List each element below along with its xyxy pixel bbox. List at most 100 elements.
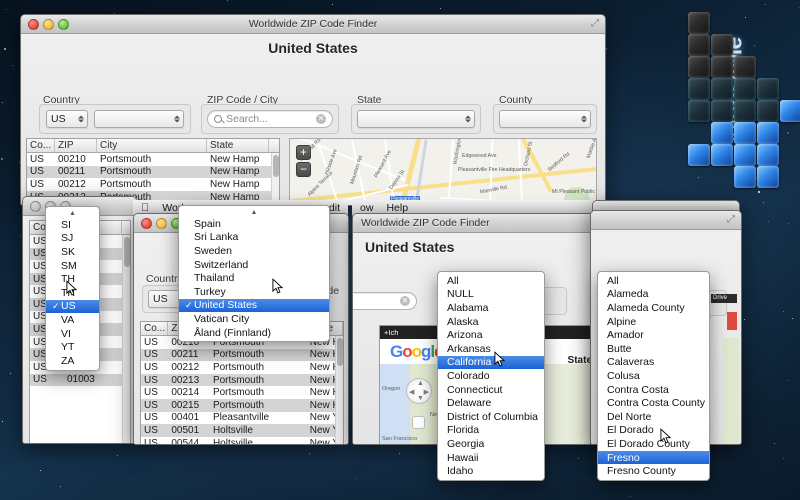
menu-item[interactable]: Alaska — [438, 315, 544, 329]
menu-item[interactable]: ZA — [46, 354, 99, 368]
resize-icon[interactable]: ⤢ — [727, 215, 735, 225]
close-button[interactable] — [30, 201, 41, 212]
table-row[interactable]: US 01003 — [30, 373, 130, 387]
menu-item[interactable]: Sri Lanka — [179, 231, 329, 245]
menu-item[interactable]: Åland (Finnland) — [179, 326, 329, 340]
table-row[interactable]: US00211PortsmouthNew Hamp — [27, 165, 279, 179]
window-controls[interactable] — [141, 218, 182, 229]
menu-item[interactable]: Alameda County — [598, 301, 709, 315]
column-header[interactable]: Co... — [141, 322, 169, 335]
clear-search-icon[interactable]: ✕ — [316, 114, 326, 124]
close-button[interactable] — [141, 218, 152, 229]
menu-item[interactable]: Alabama — [438, 301, 544, 315]
menu-item[interactable]: YT — [46, 340, 99, 354]
table-row[interactable]: US00401PleasantvilleNew York — [141, 412, 343, 425]
main-window[interactable]: Worldwide ZIP Code Finder ⤢ United State… — [20, 14, 606, 206]
menu-item[interactable]: Colusa — [598, 369, 709, 383]
county-menu-items[interactable]: All Alameda Alameda County Alpine Amador Butt… — [598, 274, 709, 478]
scroll-up-arrow-icon[interactable]: ▲ — [179, 208, 329, 217]
state-popup[interactable] — [357, 110, 475, 128]
menu-item[interactable]: Arkansas — [438, 342, 544, 356]
table-row[interactable]: US00212PortsmouthNew Hamp — [27, 178, 279, 191]
menu-item[interactable]: ✓ US — [46, 299, 99, 314]
minimize-button[interactable] — [156, 218, 167, 229]
search-input[interactable]: Search... ✕ — [207, 110, 333, 128]
menu-item[interactable]: Florida — [438, 424, 544, 438]
menu-item[interactable]: Thailand — [179, 271, 329, 285]
map-zoom-out-button[interactable]: − — [296, 162, 311, 177]
state-dropdown-menu[interactable]: All NULL Alabama Alaska Arizona Arkansas Calif… — [437, 271, 545, 481]
menu-item[interactable]: SK — [46, 245, 99, 259]
column-header[interactable]: State — [207, 139, 269, 152]
menu-item[interactable]: All — [438, 274, 544, 288]
menu-item[interactable]: Idaho — [438, 464, 544, 478]
country-code-popup[interactable]: US — [46, 110, 88, 128]
column-header[interactable]: Co... — [27, 139, 55, 152]
menu-item[interactable]: SJ — [46, 232, 99, 246]
menu-item[interactable]: TR — [46, 286, 99, 300]
table-row[interactable]: US00501HoltsvilleNew York — [141, 424, 343, 437]
menu-item[interactable]: Arizona — [438, 328, 544, 342]
table-row[interactable]: US00213PortsmouthNew Hamp — [141, 373, 343, 387]
menu-item-edit[interactable]: dit — [329, 202, 340, 214]
apple-menu-icon[interactable]:  — [141, 202, 149, 214]
window-5-titlebar[interactable]: ⤢ — [591, 211, 741, 230]
menu-item[interactable]: Contra Costa — [598, 383, 709, 397]
menu-item[interactable]: Butte — [598, 342, 709, 356]
table-scrollbar[interactable] — [335, 336, 343, 444]
menu-item[interactable]: Del Norte — [598, 410, 709, 424]
menu-item[interactable]: SI — [46, 218, 99, 232]
menu-item-help[interactable]: Help — [386, 202, 408, 214]
state-menu-items[interactable]: All NULL Alabama Alaska Arizona Arkansas Calif… — [438, 274, 544, 478]
table-row[interactable]: US00214PortsmouthNew Hamp — [141, 386, 343, 399]
menu-item[interactable]: Amador — [598, 328, 709, 342]
menu-item[interactable]: Sweden — [179, 244, 329, 258]
menu-item[interactable]: Alpine — [598, 315, 709, 329]
menu-item[interactable]: VA — [46, 313, 99, 327]
country-name-dropdown-menu[interactable]: ▲ Spain Sri Lanka Sweden Switzerland Thailan… — [178, 205, 330, 343]
menu-item[interactable]: Connecticut — [438, 383, 544, 397]
map-center-button[interactable] — [412, 416, 425, 429]
county-popup[interactable] — [499, 110, 591, 128]
column-header[interactable]: City — [97, 139, 207, 152]
menu-item[interactable]: Contra Costa County — [598, 396, 709, 410]
county-dropdown-menu[interactable]: All Alameda Alameda County Alpine Amador Butt… — [597, 271, 710, 481]
country-name-menu-items[interactable]: Spain Sri Lanka Sweden Switzerland Thailand T… — [179, 217, 329, 339]
menu-item[interactable]: VI — [46, 327, 99, 341]
table-row[interactable]: US00215PortsmouthNew Hamp — [141, 398, 343, 412]
resize-icon[interactable]: ⤢ — [591, 19, 599, 29]
table-scrollbar[interactable] — [122, 235, 130, 443]
menu-item[interactable]: Turkey — [179, 285, 329, 299]
zoom-button[interactable] — [58, 19, 69, 30]
table-row[interactable]: US00211PortsmouthNew Hamp — [141, 348, 343, 362]
close-button[interactable] — [28, 19, 39, 30]
window-controls[interactable] — [28, 19, 69, 30]
scrollbar-thumb[interactable] — [273, 155, 279, 177]
menu-item[interactable]: Calaveras — [598, 356, 709, 370]
menu-item-window[interactable]: ow — [360, 202, 373, 214]
map-view[interactable]: + − Pleasantville Rose Hill Rd Hillside A… — [289, 138, 597, 205]
menu-item[interactable]: Spain — [179, 217, 329, 231]
scrollbar-thumb[interactable] — [337, 338, 343, 366]
menu-item[interactable]: TH — [46, 272, 99, 286]
window-4-titlebar[interactable]: Worldwide ZIP Code Finder — [353, 214, 596, 233]
county-map-strip[interactable] — [723, 338, 739, 444]
table-row[interactable]: US00212PortsmouthNew Hamp — [141, 361, 343, 374]
menu-item[interactable]: Delaware — [438, 396, 544, 410]
menu-item[interactable]: Georgia — [438, 437, 544, 451]
map-pan-control[interactable]: ▲ ▼ ◀ ▶ — [406, 378, 432, 404]
main-window-titlebar[interactable]: Worldwide ZIP Code Finder ⤢ — [21, 15, 605, 34]
menu-item[interactable]: Colorado — [438, 369, 544, 383]
table-scrollbar[interactable] — [271, 153, 279, 205]
scrollbar-thumb[interactable] — [124, 237, 130, 267]
menu-item[interactable]: ✓ United States — [179, 298, 329, 313]
menu-item[interactable]: El Dorado County — [598, 437, 709, 451]
country-code-menu-items[interactable]: SI SJ SK SM TH TR ✓ US VA VI YT ZA — [46, 218, 99, 368]
menu-item[interactable]: Alameda — [598, 288, 709, 302]
table-row[interactable]: US00544HoltsvilleNew York — [141, 437, 343, 444]
clear-search-icon[interactable]: ✕ — [400, 296, 410, 306]
menu-item[interactable]: Fresno — [598, 450, 709, 465]
column-header[interactable]: ZIP — [55, 139, 97, 152]
scroll-up-arrow-icon[interactable]: ▲ — [46, 209, 99, 218]
menu-item[interactable]: Hawaii — [438, 451, 544, 465]
